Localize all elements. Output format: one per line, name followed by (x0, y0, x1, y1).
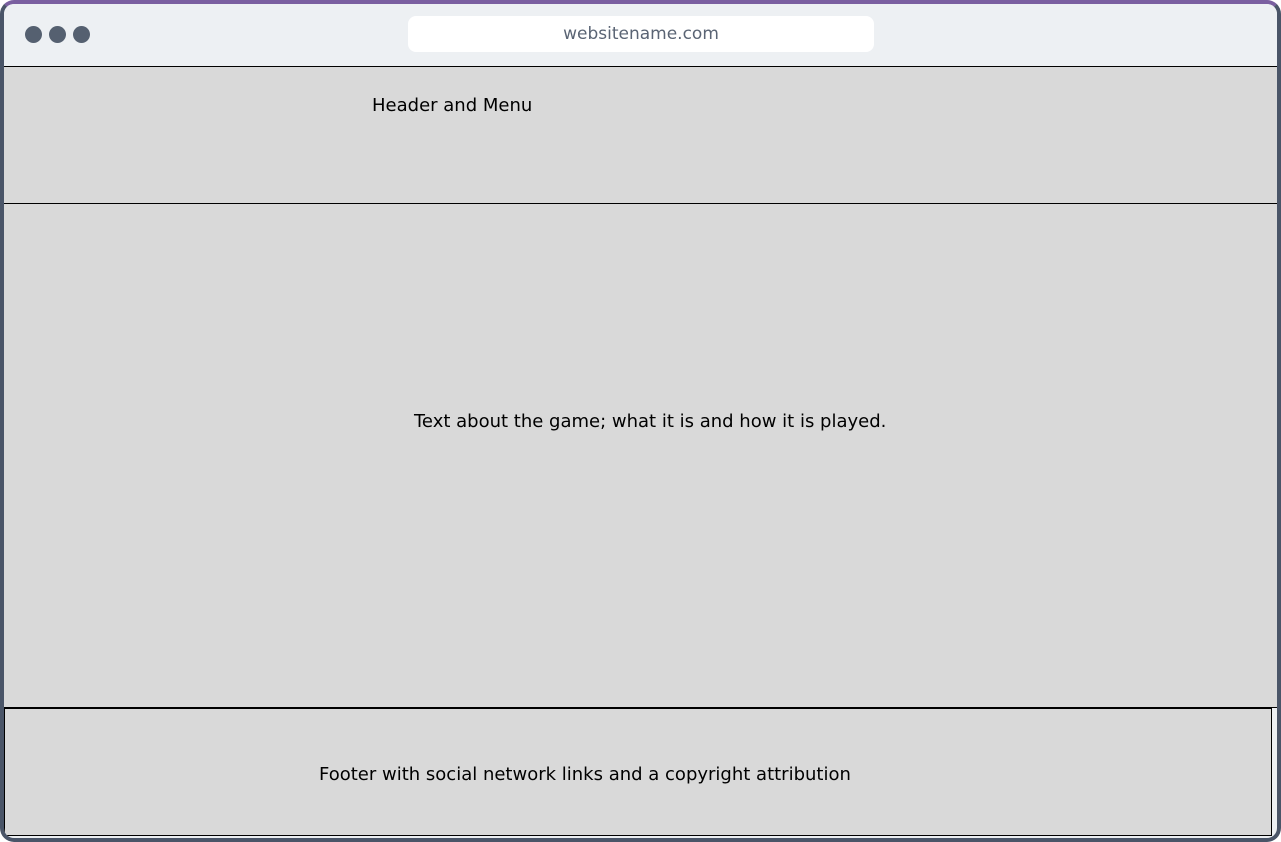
header-label: Header and Menu (372, 95, 533, 116)
footer-label: Footer with social network links and a c… (319, 764, 851, 785)
footer-placeholder: Footer with social network links and a c… (4, 708, 1272, 836)
main-content-placeholder: Text about the game; what it is and how … (4, 203, 1277, 708)
main-content-label: Text about the game; what it is and how … (414, 411, 887, 432)
browser-window: websitename.com Header and Menu Text abo… (0, 0, 1281, 842)
browser-titlebar: websitename.com (4, 4, 1277, 66)
window-close-dot-icon[interactable] (25, 26, 42, 43)
window-maximize-dot-icon[interactable] (73, 26, 90, 43)
address-bar[interactable]: websitename.com (408, 16, 874, 52)
window-minimize-dot-icon[interactable] (49, 26, 66, 43)
header-placeholder: Header and Menu (4, 66, 1277, 204)
